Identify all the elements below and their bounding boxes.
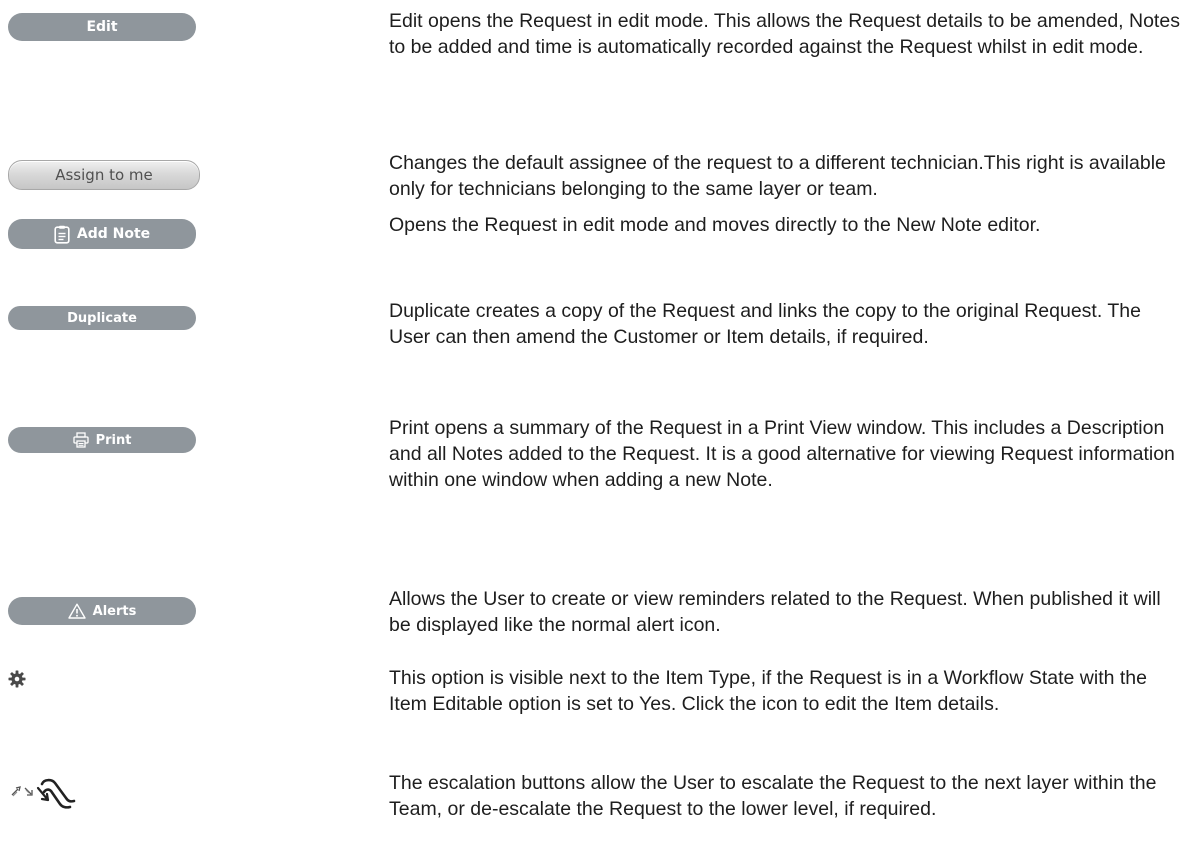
gear-icon[interactable] <box>8 670 26 693</box>
assign-to-me-button-label: Assign to me <box>55 166 153 184</box>
note-icon <box>54 225 70 244</box>
printer-icon <box>72 432 89 448</box>
alerts-button-label: Alerts <box>92 603 137 619</box>
duplicate-description: Duplicate creates a copy of the Request … <box>389 300 1141 348</box>
duplicate-button-label: Duplicate <box>67 310 137 326</box>
print-button-label: Print <box>95 432 132 448</box>
add-note-button[interactable]: Add Note <box>8 219 196 249</box>
print-button[interactable]: Print <box>8 427 196 453</box>
assign-to-me-description: Changes the default assignee of the requ… <box>389 152 1166 200</box>
edit-description: Edit opens the Request in edit mode. Thi… <box>389 10 1180 58</box>
add-note-button-label: Add Note <box>76 226 151 242</box>
add-note-description: Opens the Request in edit mode and moves… <box>389 214 1041 236</box>
edit-button[interactable]: Edit <box>8 13 196 41</box>
gear-description: This option is visible next to the Item … <box>389 667 1147 715</box>
alerts-description: Allows the User to create or view remind… <box>389 588 1161 636</box>
escalation-icon[interactable] <box>8 771 128 816</box>
warning-triangle-icon <box>67 603 86 619</box>
duplicate-button[interactable]: Duplicate <box>8 306 196 330</box>
print-description: Print opens a summary of the Request in … <box>389 417 1175 491</box>
assign-to-me-button[interactable]: Assign to me <box>8 160 200 190</box>
escalation-description: The escalation buttons allow the User to… <box>389 772 1157 820</box>
edit-button-label: Edit <box>86 19 118 35</box>
alerts-button[interactable]: Alerts <box>8 597 196 625</box>
